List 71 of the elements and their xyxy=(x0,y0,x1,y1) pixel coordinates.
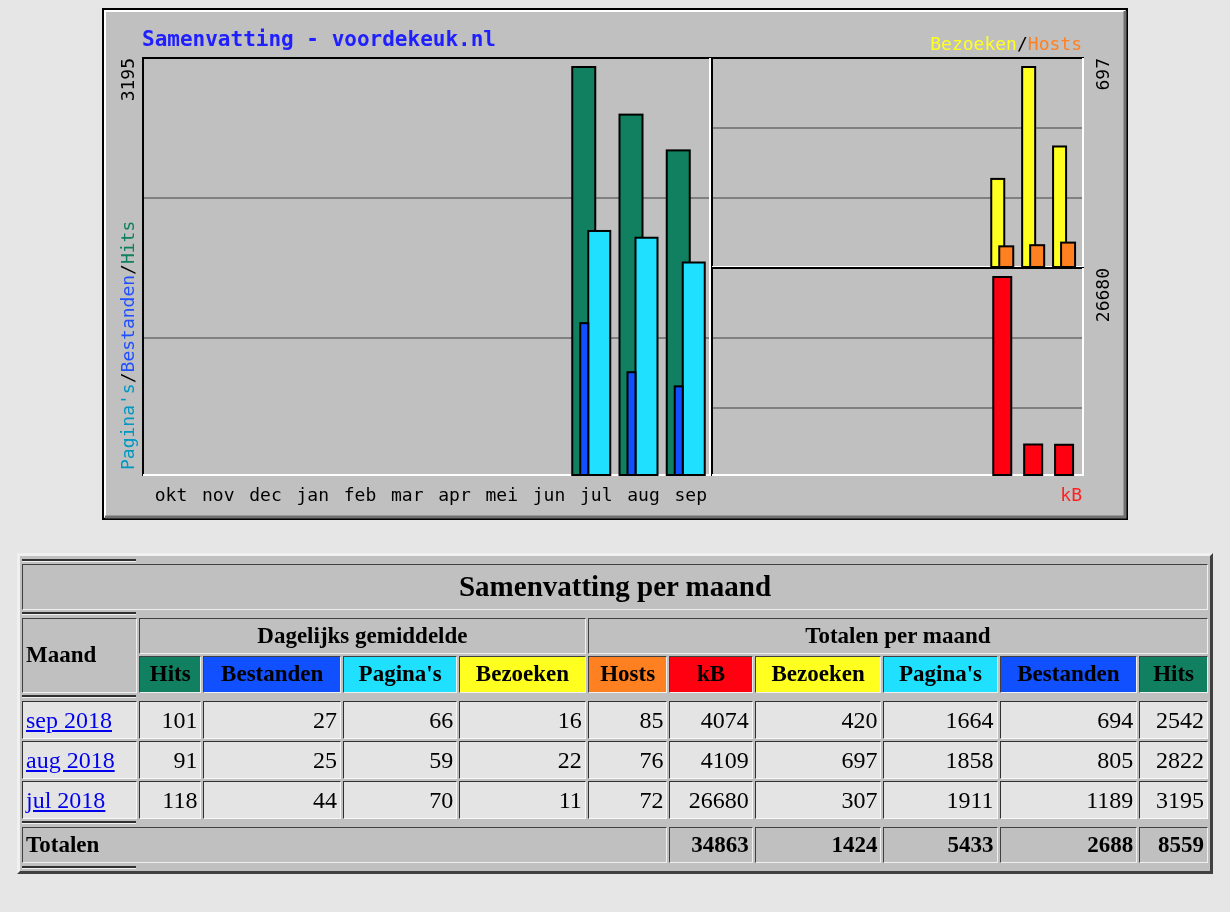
table-cell: 3195 xyxy=(1139,780,1208,819)
column-header: Pagina's xyxy=(343,656,458,693)
month-label: feb xyxy=(343,484,377,505)
month-label: jun xyxy=(532,484,566,505)
axis-max-label: 26680 xyxy=(1092,268,1113,323)
month-label: nov xyxy=(202,484,235,505)
table-cell: 805 xyxy=(999,740,1138,779)
table-cell: 25 xyxy=(203,740,342,779)
kb-bar xyxy=(1054,443,1075,476)
column-header: Hits xyxy=(139,656,202,693)
column-header: kB xyxy=(669,656,753,693)
column-header: Bestanden xyxy=(999,656,1138,693)
table-cell: 85 xyxy=(587,700,668,739)
table-cell: 1189 xyxy=(999,780,1138,819)
chart-title: Samenvatting - voordekeuk.nl xyxy=(142,27,496,51)
table-cell: 76 xyxy=(587,740,668,779)
unit-label: kB xyxy=(1060,484,1082,505)
total-cell: 34863 xyxy=(669,826,753,863)
table-cell: 420 xyxy=(754,700,882,739)
table-cell: 66 xyxy=(343,700,458,739)
table-cell: 72 xyxy=(587,780,668,819)
month-label: dec xyxy=(249,484,282,505)
month-label: jul xyxy=(580,484,613,505)
month-label: jan xyxy=(296,484,329,505)
table-cell: 697 xyxy=(754,740,882,779)
table-cell: 4109 xyxy=(669,740,753,779)
column-header: Pagina's xyxy=(883,656,998,693)
group-header: Dagelijks gemiddelde xyxy=(139,617,586,654)
month-label: apr xyxy=(438,484,471,505)
table-cell: 101 xyxy=(139,700,202,739)
column-header: Hosts xyxy=(587,656,668,693)
table-cell: 70 xyxy=(343,780,458,819)
table-cell: 11 xyxy=(459,780,586,819)
axis-max-label: 697 xyxy=(1092,58,1113,91)
column-header: Bestanden xyxy=(203,656,342,693)
total-cell: 1424 xyxy=(754,826,882,863)
table-cell: 2822 xyxy=(1139,740,1208,779)
kb-bar xyxy=(1023,443,1044,476)
totals-label: Totalen xyxy=(22,826,668,863)
month-label: mar xyxy=(391,484,424,505)
column-header: Maand xyxy=(22,617,137,693)
table-cell: 1911 xyxy=(883,780,998,819)
table-cell: 307 xyxy=(754,780,882,819)
month-label: sep xyxy=(674,484,707,505)
axis-max-label: 3195 xyxy=(117,58,138,102)
total-cell: 5433 xyxy=(883,826,998,863)
table-cell: 22 xyxy=(459,740,586,779)
column-header: Hits xyxy=(1139,656,1208,693)
total-cell: 8559 xyxy=(1139,826,1208,863)
table-cell: 694 xyxy=(999,700,1138,739)
table-cell: 118 xyxy=(139,780,202,819)
table-cell: 16 xyxy=(459,700,586,739)
table-cell: 26680 xyxy=(669,780,753,819)
table-cell: 4074 xyxy=(669,700,753,739)
table-cell: 59 xyxy=(343,740,458,779)
group-header: Totalen per maand xyxy=(587,617,1208,654)
month-label: okt xyxy=(154,484,188,505)
table-cell: 27 xyxy=(203,700,342,739)
axis-legend: Pagina's/Bestanden/Hits xyxy=(117,220,138,470)
column-header: Bezoeken xyxy=(754,656,882,693)
month-label: mei xyxy=(485,484,518,505)
table-cell: 1858 xyxy=(883,740,998,779)
table-cell: 2542 xyxy=(1139,700,1208,739)
table-title: Samenvatting per maand xyxy=(22,564,1208,610)
month-label: aug xyxy=(627,484,660,505)
chart-legend: Bezoeken/Hosts xyxy=(930,33,1082,54)
table-cell: 91 xyxy=(139,740,202,779)
total-cell: 2688 xyxy=(999,826,1138,863)
table-cell: 1664 xyxy=(883,700,998,739)
table-cell: 44 xyxy=(203,780,342,819)
column-header: Bezoeken xyxy=(459,656,586,693)
